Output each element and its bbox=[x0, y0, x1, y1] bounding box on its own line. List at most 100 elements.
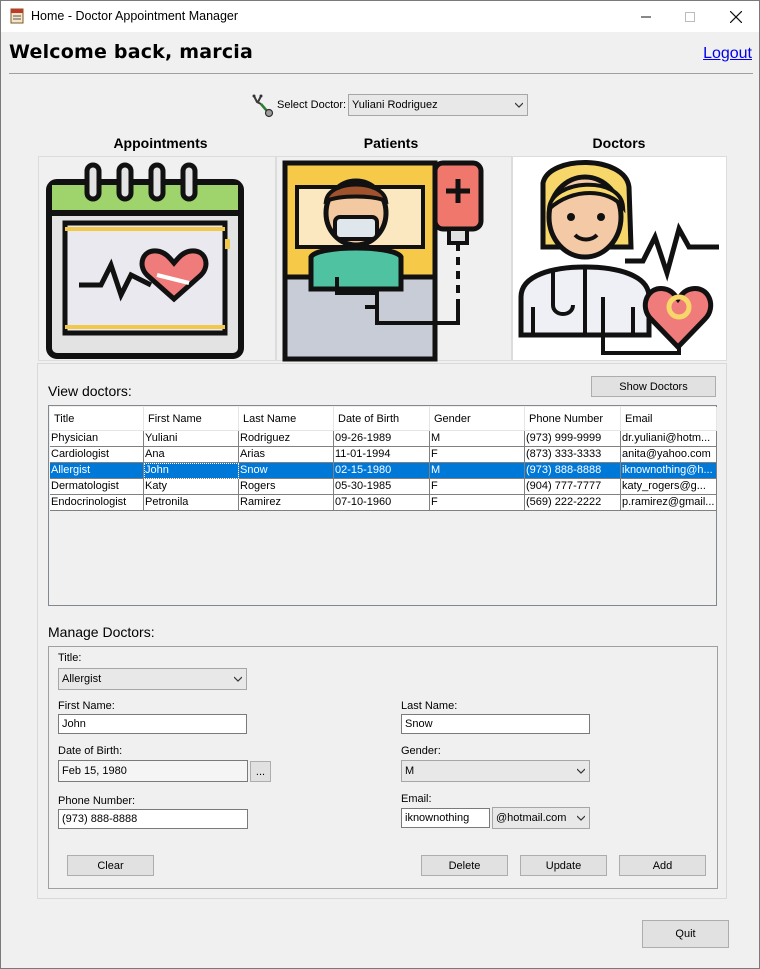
maximize-button[interactable] bbox=[667, 1, 713, 32]
phone-number-field[interactable]: (973) 888-8888 bbox=[58, 809, 248, 829]
table-cell: dr.yuliani@hotm... bbox=[621, 431, 717, 447]
column-header-title[interactable]: Title bbox=[50, 407, 144, 431]
minimize-button[interactable] bbox=[623, 1, 669, 32]
table-row[interactable]: Dermatologist Katy Rogers 05-30-1985 F (… bbox=[50, 479, 717, 495]
email-domain-combo[interactable]: @hotmail.com bbox=[492, 807, 590, 829]
table-cell: 11-01-1994 bbox=[334, 447, 430, 463]
table-cell: iknownothing@h... bbox=[621, 463, 717, 479]
update-button[interactable]: Update bbox=[520, 855, 607, 876]
select-doctor-combo[interactable]: Yuliani Rodriguez bbox=[348, 94, 528, 116]
doctors-heading: Doctors bbox=[592, 135, 646, 151]
table-cell: Dermatologist bbox=[50, 479, 144, 495]
column-header-last-name[interactable]: Last Name bbox=[239, 407, 334, 431]
table-header: Title First Name Last Name Date of Birth… bbox=[50, 407, 717, 431]
gender-combo-value: M bbox=[405, 765, 415, 777]
patients-heading: Patients bbox=[363, 135, 419, 151]
table-cell: Ramirez bbox=[239, 495, 334, 511]
table-cell: Rodriguez bbox=[239, 431, 334, 447]
logout-link[interactable]: Logout bbox=[703, 45, 752, 63]
doctors-tile[interactable] bbox=[512, 156, 727, 361]
table-row[interactable]: Endocrinologist Petronila Ramirez 07-10-… bbox=[50, 495, 717, 511]
title-combo[interactable]: Allergist bbox=[58, 668, 247, 690]
maximize-icon bbox=[685, 11, 695, 22]
table-cell: (973) 888-8888 bbox=[525, 463, 621, 479]
window-title: Home - Doctor Appointment Manager bbox=[31, 9, 239, 23]
table-cell: 07-10-1960 bbox=[334, 495, 430, 511]
manage-doctors-label: Manage Doctors: bbox=[48, 624, 155, 640]
table-cell: 02-15-1980 bbox=[334, 463, 430, 479]
doctor-heart-icon bbox=[518, 160, 719, 355]
table-cell: M bbox=[430, 463, 525, 479]
quit-button[interactable]: Quit bbox=[642, 920, 729, 948]
column-header-email[interactable]: Email bbox=[621, 407, 717, 431]
table-cell: Rogers bbox=[239, 479, 334, 495]
calendar-heart-icon bbox=[46, 162, 244, 359]
table-cell: (973) 999-9999 bbox=[525, 431, 621, 447]
table-row[interactable]: Cardiologist Ana Arias 11-01-1994 F (873… bbox=[50, 447, 717, 463]
appointments-tile[interactable] bbox=[38, 156, 276, 361]
table-cell: p.ramirez@gmail... bbox=[621, 495, 717, 511]
close-icon bbox=[730, 10, 742, 23]
gender-label: Gender: bbox=[401, 745, 441, 757]
table-cell: Cardiologist bbox=[50, 447, 144, 463]
appointments-heading: Appointments bbox=[113, 135, 208, 151]
table-cell: (569) 222-2222 bbox=[525, 495, 621, 511]
add-button[interactable]: Add bbox=[619, 855, 706, 876]
first-name-label: First Name: bbox=[58, 700, 115, 712]
column-header-gender[interactable]: Gender bbox=[430, 407, 525, 431]
phone-number-label: Phone Number: bbox=[58, 795, 136, 807]
table-cell: M bbox=[430, 431, 525, 447]
title-combo-value: Allergist bbox=[62, 673, 102, 685]
email-user-field[interactable]: iknownothing bbox=[401, 808, 490, 828]
table-cell: Endocrinologist bbox=[50, 495, 144, 511]
chevron-down-icon bbox=[234, 676, 242, 682]
select-doctor-label: Select Doctor: bbox=[277, 99, 347, 111]
table-row-selected[interactable]: Allergist John Snow 02-15-1980 M (973) 8… bbox=[50, 463, 717, 479]
table-row[interactable]: Physician Yuliani Rodriguez 09-26-1989 M… bbox=[50, 431, 717, 447]
patient-bed-icon bbox=[282, 160, 484, 362]
column-header-date-of-birth[interactable]: Date of Birth bbox=[334, 407, 430, 431]
patients-tile[interactable] bbox=[276, 156, 512, 362]
table-cell: Allergist bbox=[50, 463, 144, 479]
stethoscope-icon bbox=[252, 94, 274, 118]
app-icon bbox=[10, 8, 24, 24]
column-header-phone-number[interactable]: Phone Number bbox=[525, 407, 621, 431]
view-doctors-label: View doctors: bbox=[48, 383, 132, 399]
table-cell: F bbox=[430, 495, 525, 511]
welcome-heading: Welcome back, marcia bbox=[9, 41, 254, 63]
table-cell: Yuliani bbox=[144, 431, 239, 447]
gender-combo[interactable]: M bbox=[401, 760, 590, 782]
table-cell: Ana bbox=[144, 447, 239, 463]
title-label: Title: bbox=[58, 652, 82, 664]
date-picker-button[interactable]: ... bbox=[250, 761, 271, 782]
table-cell: Petronila bbox=[144, 495, 239, 511]
table-cell: (873) 333-3333 bbox=[525, 447, 621, 463]
table-cell: F bbox=[430, 479, 525, 495]
main-window: Home - Doctor Appointment Manager Welcom… bbox=[0, 0, 760, 969]
header-divider bbox=[9, 73, 753, 74]
email-domain-value: @hotmail.com bbox=[496, 812, 567, 824]
column-header-first-name[interactable]: First Name bbox=[144, 407, 239, 431]
email-label: Email: bbox=[401, 793, 432, 805]
table-cell: katy_rogers@g... bbox=[621, 479, 717, 495]
table-cell: Katy bbox=[144, 479, 239, 495]
close-button[interactable] bbox=[713, 1, 759, 32]
show-doctors-button[interactable]: Show Doctors bbox=[591, 376, 716, 397]
date-of-birth-field[interactable]: Feb 15, 1980 bbox=[58, 760, 248, 782]
select-doctor-value: Yuliani Rodriguez bbox=[352, 99, 438, 111]
title-bar: Home - Doctor Appointment Manager bbox=[1, 1, 759, 32]
last-name-label: Last Name: bbox=[401, 700, 458, 712]
first-name-field[interactable]: John bbox=[58, 714, 247, 734]
table-cell: Physician bbox=[50, 431, 144, 447]
delete-button[interactable]: Delete bbox=[421, 855, 508, 876]
last-name-field[interactable]: Snow bbox=[401, 714, 590, 734]
chevron-down-icon bbox=[515, 102, 523, 108]
doctors-table[interactable]: Title First Name Last Name Date of Birth… bbox=[48, 405, 717, 606]
table-cell: (904) 777-7777 bbox=[525, 479, 621, 495]
table-cell-focused: John bbox=[144, 463, 239, 479]
clear-button[interactable]: Clear bbox=[67, 855, 154, 876]
table-cell: anita@yahoo.com bbox=[621, 447, 717, 463]
table-cell: Arias bbox=[239, 447, 334, 463]
minimize-icon bbox=[641, 16, 651, 17]
chevron-down-icon bbox=[577, 768, 585, 774]
